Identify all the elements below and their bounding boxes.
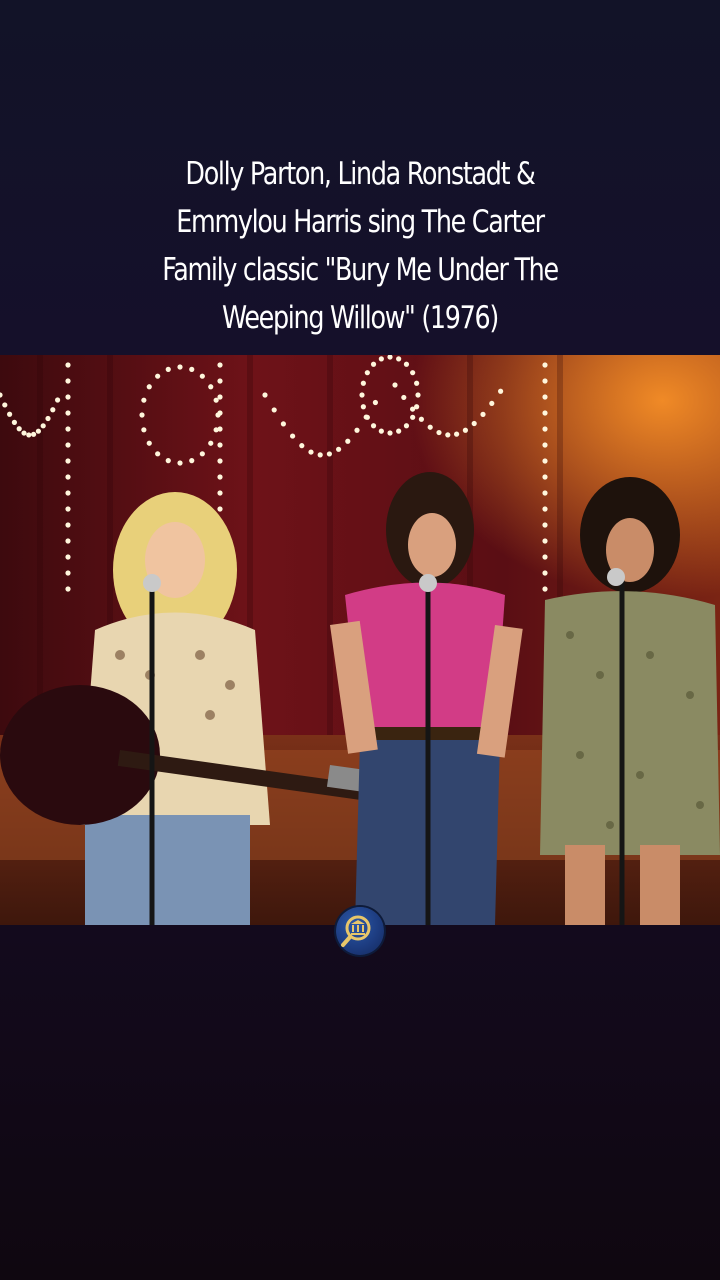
caption-line-1: Dolly Parton, Linda Ronstadt &: [185, 156, 535, 192]
empty-lower-area: [0, 925, 720, 1280]
post-caption: Dolly Parton, Linda Ronstadt & Emmylou H…: [122, 150, 598, 342]
video-frame[interactable]: [0, 355, 720, 925]
museum-magnifier-icon[interactable]: [336, 907, 384, 955]
caption-line-3: Family classic "Bury Me Under The: [162, 252, 559, 288]
post-screen: Dolly Parton, Linda Ronstadt & Emmylou H…: [0, 0, 720, 1280]
caption-line-2: Emmylou Harris sing The Carter: [176, 204, 545, 240]
caption-line-4: Weeping Willow" (1976): [221, 300, 499, 336]
video-still: [0, 355, 720, 925]
